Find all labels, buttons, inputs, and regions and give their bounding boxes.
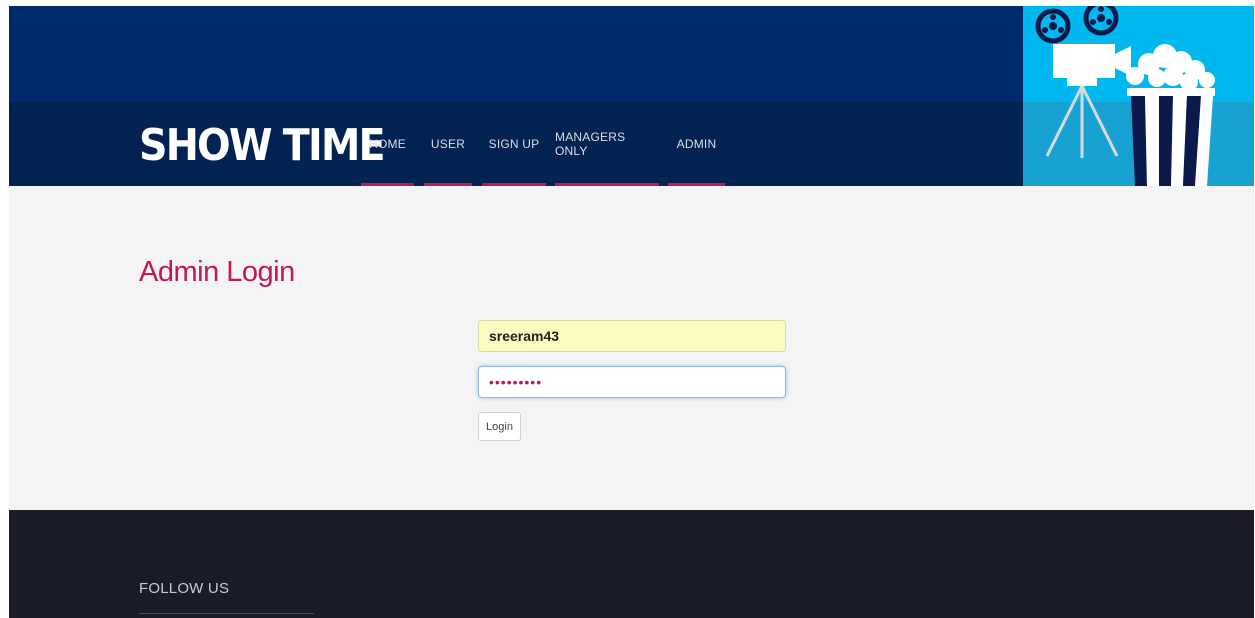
film-camera-popcorn-icon xyxy=(1023,6,1254,186)
header-top-band xyxy=(9,6,1023,102)
popcorn-icon xyxy=(1126,44,1215,186)
hero-cinema-illustration xyxy=(1023,6,1254,186)
password-input[interactable] xyxy=(478,366,786,398)
footer xyxy=(9,510,1254,618)
username-input[interactable] xyxy=(478,320,786,352)
nav-sign-up[interactable]: SIGN UP xyxy=(482,102,546,186)
nav-home[interactable]: HOME xyxy=(361,102,414,186)
page-frame: SHOW TIME HOME USER SIGN UP MANAGERS ONL… xyxy=(9,6,1254,618)
brand-logo[interactable]: SHOW TIME xyxy=(139,122,386,170)
login-button[interactable]: Login xyxy=(478,412,521,441)
nav-user[interactable]: USER xyxy=(424,102,472,186)
nav-admin[interactable]: ADMIN xyxy=(668,102,725,186)
follow-us-heading: FOLLOW US xyxy=(139,580,230,597)
follow-us-divider xyxy=(139,613,314,614)
page-title: Admin Login xyxy=(139,256,295,288)
nav-managers-only[interactable]: MANAGERS ONLY xyxy=(555,102,659,186)
